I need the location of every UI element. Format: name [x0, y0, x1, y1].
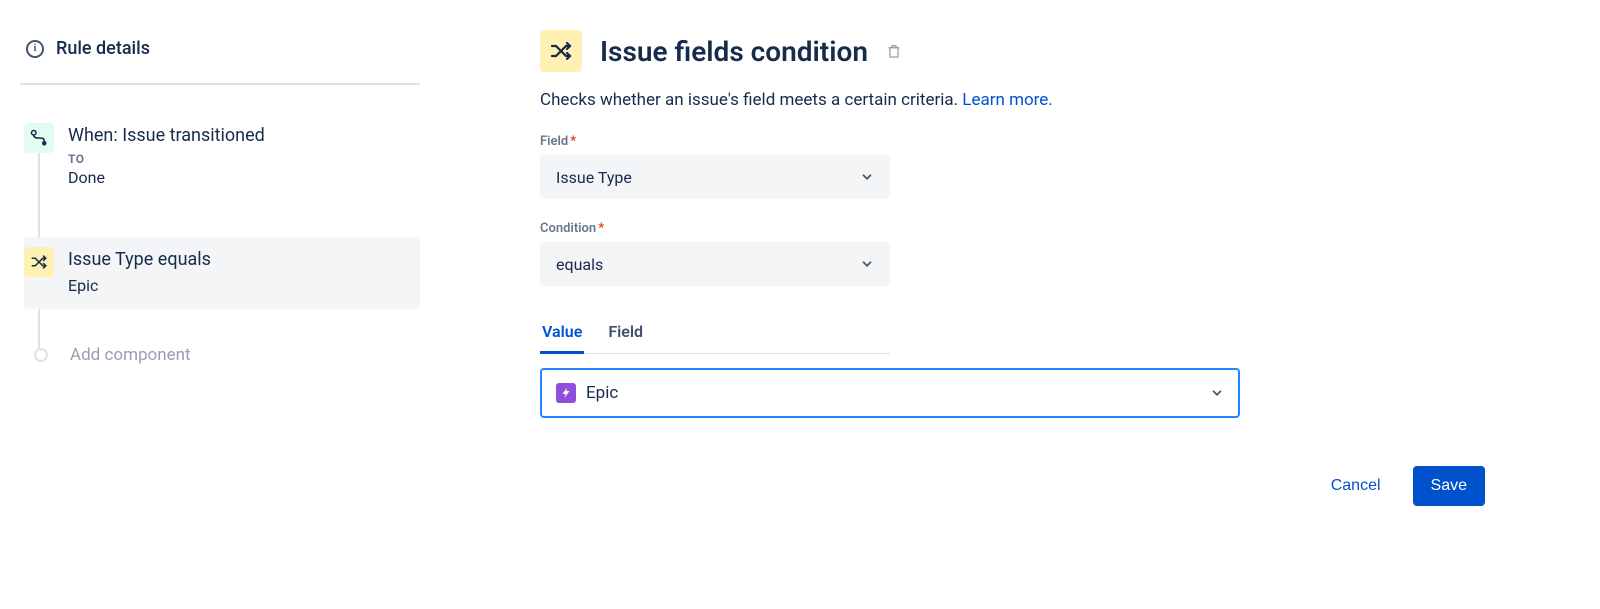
info-icon: i [26, 40, 44, 58]
shuffle-icon [549, 39, 573, 63]
condition-select[interactable]: equals [540, 242, 890, 286]
condition-config-panel: Issue fields condition Checks whether an… [540, 30, 1520, 506]
value-field-tabs: Value Field [540, 316, 890, 354]
flow-path-icon [30, 129, 48, 147]
add-component[interactable]: Add component [24, 345, 420, 365]
condition-shuffle-icon [24, 247, 54, 277]
value-select[interactable]: Epic [540, 368, 1240, 418]
trigger-to-value: Done [68, 168, 408, 187]
condition-title: Issue Type equals [68, 249, 408, 270]
bolt-icon [560, 387, 572, 399]
field-select[interactable]: Issue Type [540, 155, 890, 199]
rule-sidebar: i Rule details When: Issue transitioned … [20, 30, 420, 506]
required-asterisk: * [598, 221, 604, 236]
condition-step[interactable]: Issue Type equals Epic [24, 237, 420, 309]
panel-shuffle-icon [540, 30, 582, 72]
condition-label: Condition* [540, 221, 1520, 236]
shuffle-icon [30, 253, 48, 271]
learn-more-link[interactable]: Learn more. [962, 90, 1053, 110]
delete-icon[interactable] [886, 42, 902, 60]
chevron-down-icon [860, 170, 874, 184]
add-circle-icon [34, 348, 48, 362]
trash-icon [886, 42, 902, 60]
add-component-label: Add component [70, 345, 191, 365]
panel-title: Issue fields condition [600, 35, 868, 68]
field-label: Field* [540, 134, 1520, 149]
rule-details-header[interactable]: i Rule details [20, 30, 420, 85]
value-select-text: Epic [586, 383, 618, 403]
trigger-flow-icon [24, 123, 54, 153]
condition-select-value: equals [556, 255, 603, 274]
chevron-down-icon [1210, 386, 1224, 400]
condition-detail: Epic [68, 276, 408, 295]
tab-field[interactable]: Field [606, 316, 645, 354]
epic-icon [556, 383, 576, 403]
chevron-down-icon [860, 257, 874, 271]
footer-actions: Cancel Save [540, 466, 1485, 506]
rule-timeline: When: Issue transitioned TO Done Issue T… [20, 113, 420, 365]
panel-description: Checks whether an issue's field meets a … [540, 90, 1520, 110]
rule-details-title: Rule details [56, 38, 150, 59]
save-button[interactable]: Save [1413, 466, 1485, 506]
field-select-value: Issue Type [556, 168, 632, 187]
cancel-button[interactable]: Cancel [1313, 466, 1399, 506]
tab-value[interactable]: Value [540, 316, 584, 354]
trigger-step[interactable]: When: Issue transitioned TO Done [24, 113, 420, 201]
trigger-to-label: TO [68, 152, 408, 166]
required-asterisk: * [570, 134, 576, 149]
trigger-title: When: Issue transitioned [68, 125, 408, 146]
